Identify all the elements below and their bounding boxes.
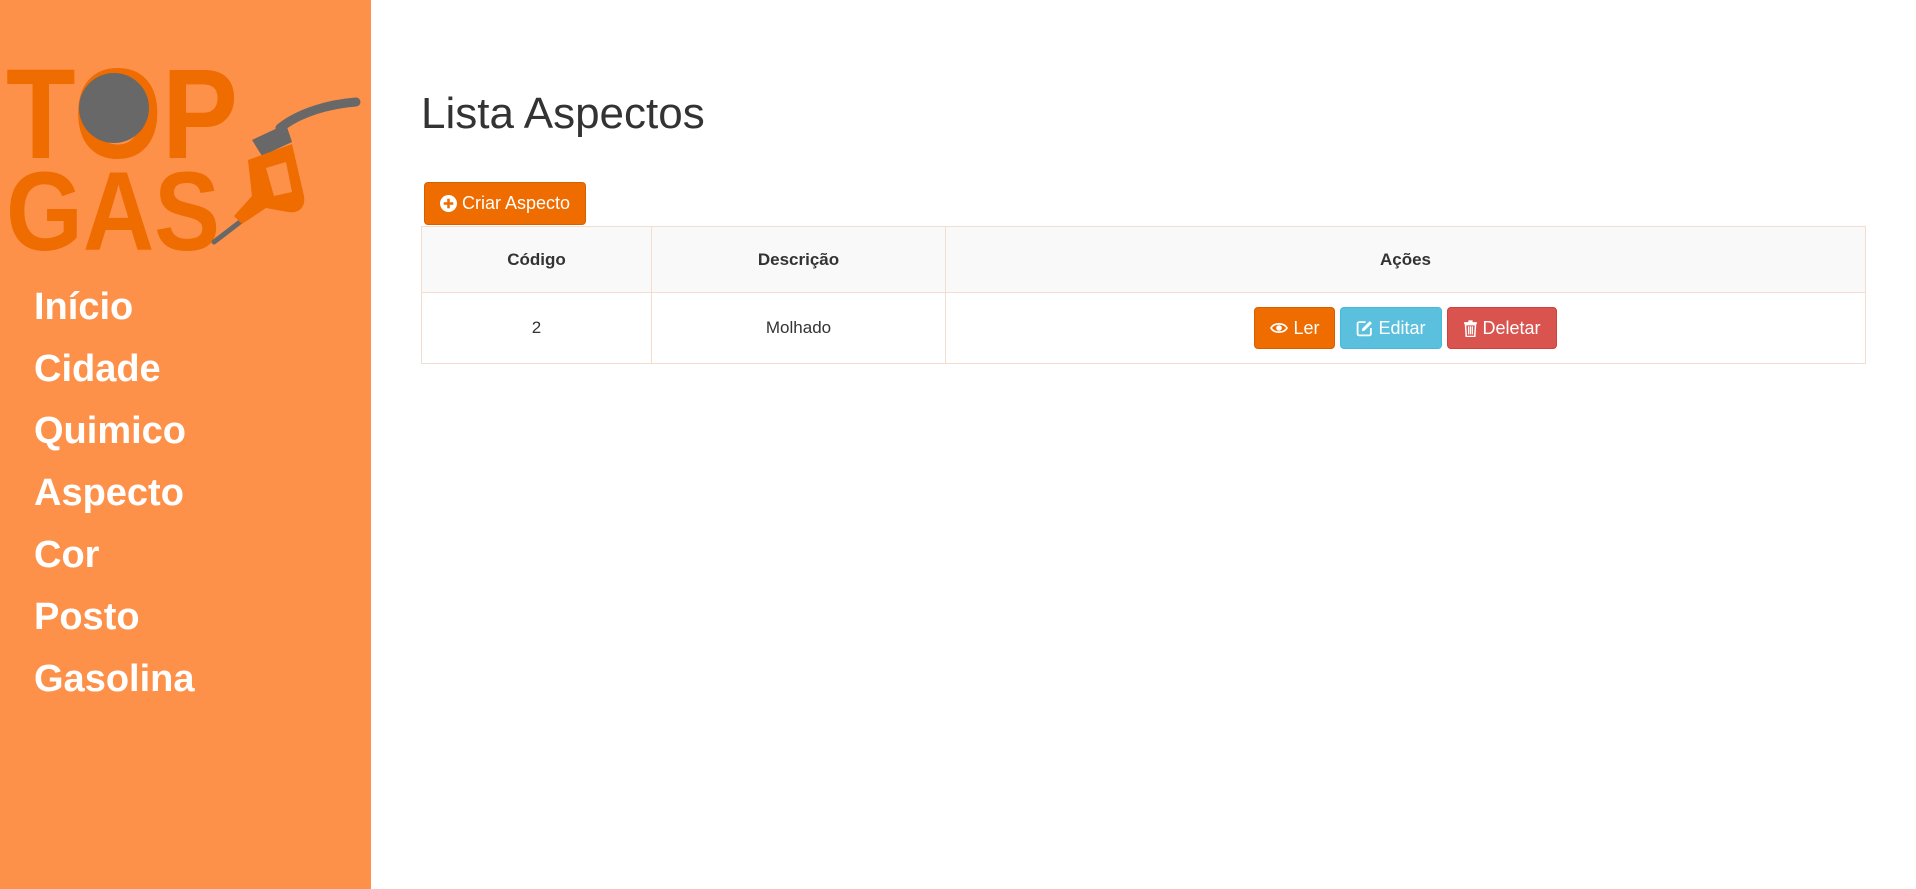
column-header-acoes: Ações [945,226,1866,293]
edit-button[interactable]: Editar [1340,307,1442,349]
read-button-label: Ler [1293,317,1320,338]
sidebar-item-quimico[interactable]: Quimico [34,410,186,452]
sidebar-item-inicio[interactable]: Início [34,286,133,328]
cell-acoes: Ler Editar Deletar [945,292,1866,364]
cell-codigo: 2 [421,292,652,364]
cell-descricao: Molhado [651,292,946,364]
logo-text-bottom: GAS [6,149,220,256]
plus-circle-icon [440,195,457,212]
sidebar-item-gasolina[interactable]: Gasolina [34,658,195,700]
create-aspecto-button[interactable]: Criar Aspecto [424,182,587,225]
create-aspecto-label: Criar Aspecto [462,193,571,213]
edit-icon [1357,320,1373,336]
main-content: Lista Aspectos Criar Aspecto Código Desc… [371,0,1916,889]
sidebar-item-posto[interactable]: Posto [34,596,140,638]
sidebar-item-aspecto[interactable]: Aspecto [34,472,184,514]
trash-icon [1463,319,1477,337]
sidebar: TOP GAS Início Cidade Quimico Aspecto Co… [0,0,371,889]
page-title: Lista Aspectos [421,89,705,138]
read-button[interactable]: Ler [1254,307,1336,349]
eye-icon [1270,322,1289,334]
logo-ball-icon [79,73,149,143]
edit-button-label: Editar [1378,317,1426,338]
delete-button[interactable]: Deletar [1446,307,1557,349]
table-header-row: Código Descrição Ações [421,226,1866,293]
sidebar-nav: Início Cidade Quimico Aspecto Cor Posto … [34,276,195,710]
column-header-codigo: Código [421,226,652,293]
column-header-descricao: Descrição [651,226,946,293]
row-actions: Ler Editar Deletar [1254,307,1557,349]
delete-button-label: Deletar [1482,317,1541,338]
sidebar-item-cor[interactable]: Cor [34,534,99,576]
table-row: 2 Molhado Ler Editar Deletar [421,292,1866,364]
aspectos-table: Código Descrição Ações 2 Molhado Ler Edi… [421,226,1866,364]
topgas-logo[interactable]: TOP GAS [0,46,371,256]
sidebar-item-cidade[interactable]: Cidade [34,348,161,390]
